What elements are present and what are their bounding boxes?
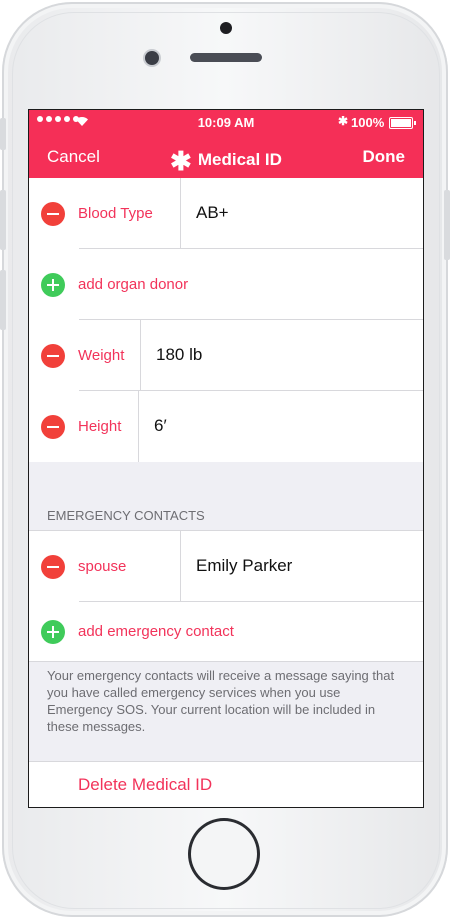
blood-type-row[interactable]: Blood Type AB+ (29, 178, 423, 249)
contact-relationship: spouse (78, 558, 127, 575)
volume-up-button (0, 190, 6, 250)
power-button (444, 190, 450, 260)
section-header: EMERGENCY CONTACTS (47, 508, 205, 523)
weight-value[interactable]: 180 lb (156, 345, 202, 365)
battery-percent: 100% (351, 115, 385, 130)
add-emergency-contact-button[interactable]: add emergency contact (78, 623, 234, 640)
medical-id-form: Blood Type AB+ add organ donor Weight 18… (29, 178, 423, 807)
page-title-text: Medical ID (197, 150, 282, 169)
contact-name[interactable]: Emily Parker (196, 556, 292, 576)
done-button[interactable]: Done (363, 147, 406, 167)
asterisk-icon: ✱ (170, 146, 192, 176)
remove-icon[interactable] (41, 202, 65, 226)
health-fields-group: Blood Type AB+ add organ donor Weight 18… (29, 178, 423, 462)
emergency-contacts-group: spouse Emily Parker add emergency contac… (29, 530, 423, 661)
remove-icon[interactable] (41, 555, 65, 579)
add-organ-donor-button[interactable]: add organ donor (78, 276, 188, 293)
height-row[interactable]: Height 6′ (29, 391, 423, 462)
bluetooth-icon: ✱ (338, 114, 349, 128)
add-icon[interactable] (41, 620, 65, 644)
mute-switch (0, 118, 6, 150)
weight-row[interactable]: Weight 180 lb (29, 320, 423, 391)
status-bar: 10:09 AM ✱ 100% (29, 110, 423, 134)
field-label: Blood Type (78, 205, 153, 222)
volume-down-button (0, 270, 6, 330)
blood-type-value[interactable]: AB+ (196, 203, 229, 223)
front-camera (145, 51, 159, 65)
add-icon[interactable] (41, 273, 65, 297)
home-button[interactable] (188, 818, 260, 890)
add-organ-donor-row[interactable]: add organ donor (29, 249, 423, 320)
delete-medical-id-row[interactable]: Delete Medical ID (29, 761, 423, 807)
section-gap: EMERGENCY CONTACTS (29, 462, 423, 530)
remove-icon[interactable] (41, 344, 65, 368)
proximity-sensor (220, 22, 232, 34)
field-label: Weight (78, 347, 125, 364)
battery-icon (389, 117, 416, 129)
screen: 10:09 AM ✱ 100% Cancel ✱ Medical ID Done … (28, 109, 424, 808)
navigation-bar: Cancel ✱ Medical ID Done (29, 134, 423, 178)
remove-icon[interactable] (41, 415, 65, 439)
add-emergency-contact-row[interactable]: add emergency contact (29, 602, 423, 661)
emergency-contacts-footer: Your emergency contacts will receive a m… (29, 661, 423, 761)
contact-row[interactable]: spouse Emily Parker (29, 531, 423, 602)
height-value[interactable]: 6′ (154, 416, 167, 436)
delete-medical-id-button[interactable]: Delete Medical ID (78, 775, 212, 795)
field-label: Height (78, 418, 122, 435)
earpiece-speaker (190, 53, 262, 62)
